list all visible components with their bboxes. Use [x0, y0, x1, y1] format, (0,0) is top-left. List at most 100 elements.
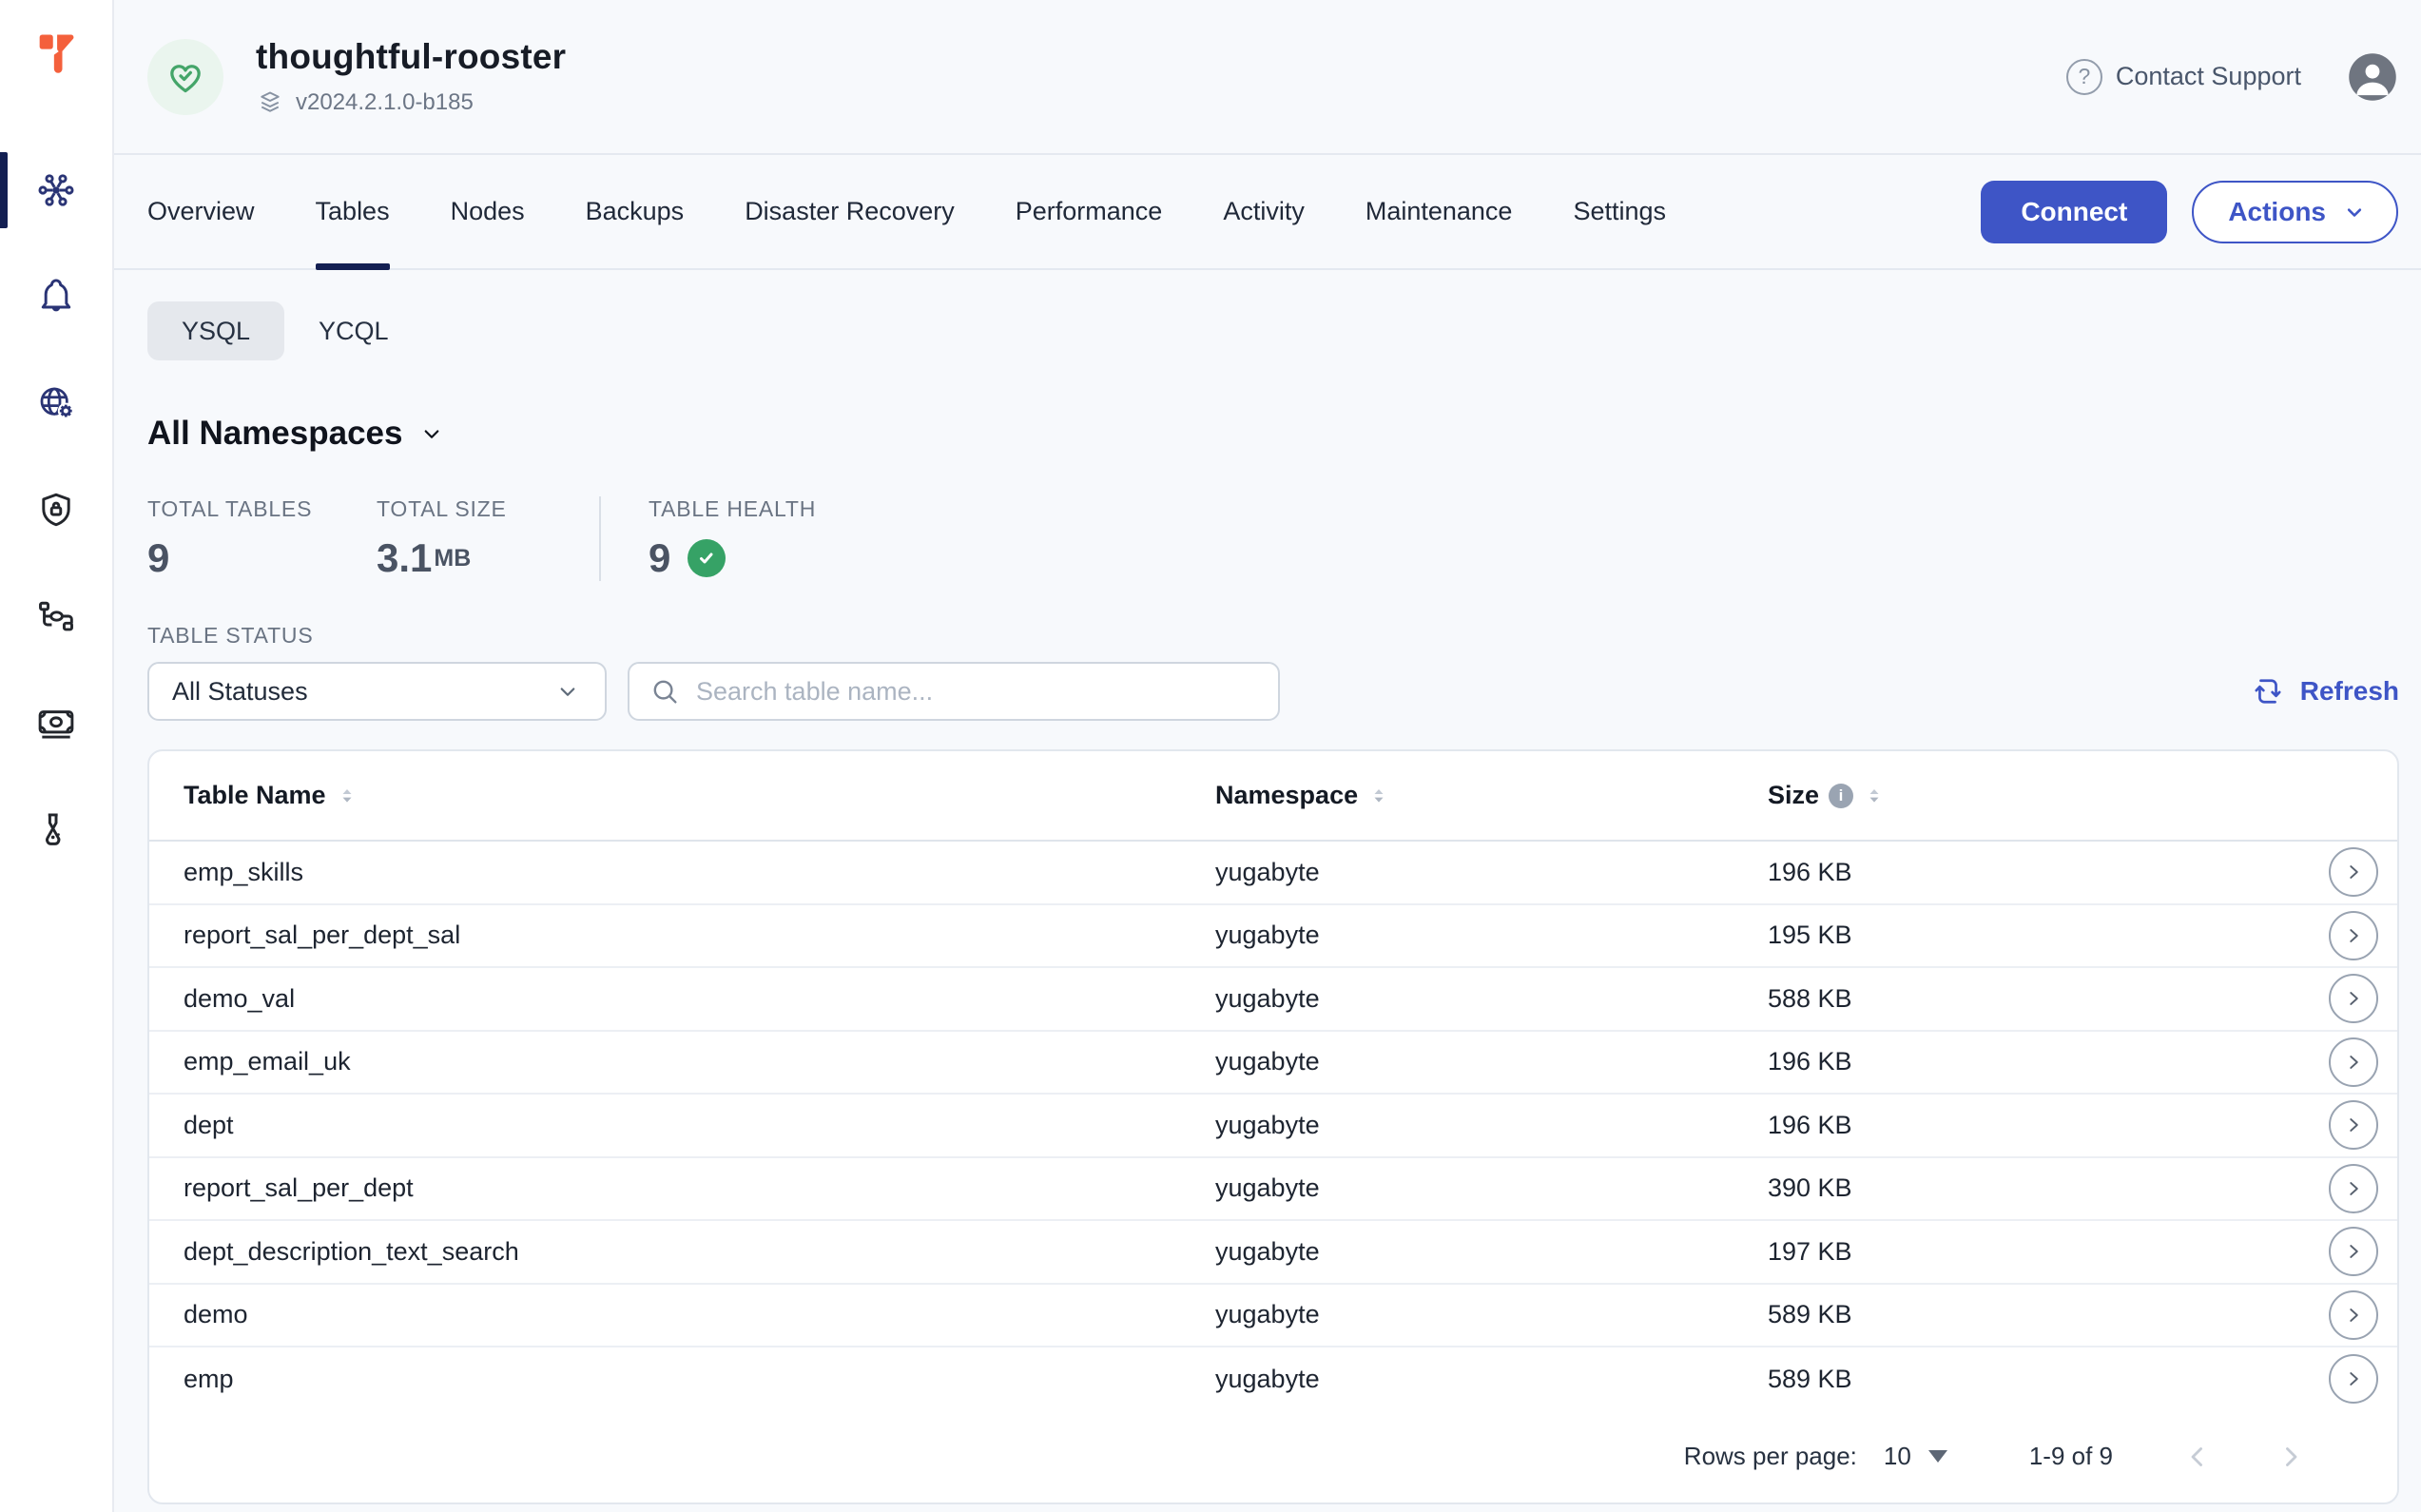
user-avatar-icon — [2347, 51, 2398, 103]
actions-button[interactable]: Actions — [2192, 181, 2398, 243]
row-open-chevron-icon[interactable] — [2329, 1290, 2378, 1340]
previous-page-button[interactable] — [2181, 1441, 2214, 1473]
column-label-table-name: Table Name — [184, 781, 326, 810]
active-indicator-bar — [0, 152, 8, 228]
cell-size: 196 KB — [1768, 858, 2329, 887]
row-open-chevron-icon[interactable] — [2329, 1037, 2378, 1087]
rows-per-page-label: Rows per page: — [1684, 1442, 1857, 1471]
rows-per-page-select[interactable]: 10 — [1884, 1442, 1947, 1471]
table-row[interactable]: emp_skillsyugabyte196 KB — [149, 842, 2397, 905]
cell-namespace: yugabyte — [1215, 1300, 1768, 1329]
cell-namespace: yugabyte — [1215, 984, 1768, 1014]
row-open-chevron-icon[interactable] — [2329, 847, 2378, 897]
sidebar-item-pipeline[interactable] — [0, 563, 112, 669]
table-row[interactable]: report_sal_per_dept_salyugabyte195 KB — [149, 905, 2397, 969]
tab-activity[interactable]: Activity — [1223, 155, 1305, 268]
version-row: v2024.2.1.0-b185 — [256, 88, 566, 117]
filters-row: All Statuses Refresh — [147, 662, 2399, 721]
contact-support-button[interactable]: ? Contact Support — [2066, 59, 2301, 95]
cell-table-name: dept_description_text_search — [184, 1237, 1215, 1267]
next-page-button[interactable] — [2275, 1441, 2307, 1473]
tab-overview[interactable]: Overview — [147, 155, 255, 268]
cluster-health-badge — [147, 39, 223, 115]
stat-total-tables-label: TOTAL TABLES — [147, 496, 377, 522]
table-body: emp_skillsyugabyte196 KBreport_sal_per_d… — [149, 842, 2397, 1411]
tab-settings[interactable]: Settings — [1573, 155, 1666, 268]
cell-table-name: demo — [184, 1300, 1215, 1329]
health-check-icon — [688, 539, 726, 577]
table-row[interactable]: deptyugabyte196 KB — [149, 1095, 2397, 1158]
sidebar-item-billing[interactable] — [0, 669, 112, 776]
yugabyte-logo-icon[interactable] — [29, 27, 83, 80]
tab-maintenance[interactable]: Maintenance — [1365, 155, 1513, 268]
size-info-icon[interactable]: i — [1829, 784, 1853, 808]
header-right: ? Contact Support — [2066, 51, 2398, 103]
table-search — [628, 662, 1280, 721]
toggle-ycql[interactable]: YCQL — [284, 301, 423, 360]
status-select[interactable]: All Statuses — [147, 662, 607, 721]
universe-icon — [35, 169, 77, 211]
tab-tables[interactable]: Tables — [316, 155, 390, 268]
stat-table-health: TABLE HEALTH 9 — [649, 496, 816, 581]
cell-size: 390 KB — [1768, 1173, 2329, 1203]
stat-table-health-label: TABLE HEALTH — [649, 496, 816, 522]
security-shield-lock-icon — [35, 489, 77, 531]
rows-per-page-value: 10 — [1884, 1442, 1911, 1471]
table-row[interactable]: emp_email_ukyugabyte196 KB — [149, 1032, 2397, 1095]
cell-namespace: yugabyte — [1215, 1111, 1768, 1140]
refresh-label: Refresh — [2300, 676, 2399, 707]
toggle-ysql[interactable]: YSQL — [147, 301, 284, 360]
tab-backups[interactable]: Backups — [586, 155, 685, 268]
row-open-chevron-icon[interactable] — [2329, 1164, 2378, 1213]
column-header-table-name[interactable]: Table Name — [184, 781, 1215, 810]
table-row[interactable]: dept_description_text_searchyugabyte197 … — [149, 1221, 2397, 1285]
column-label-namespace: Namespace — [1215, 781, 1358, 810]
stat-total-size-value: 3.1MB — [377, 535, 599, 581]
cell-actions — [2329, 847, 2378, 897]
cell-namespace: yugabyte — [1215, 1365, 1768, 1394]
row-open-chevron-icon[interactable] — [2329, 1354, 2378, 1404]
row-open-chevron-icon[interactable] — [2329, 911, 2378, 960]
table-row[interactable]: empyugabyte589 KB — [149, 1347, 2397, 1411]
header-action-buttons: Connect Actions — [1981, 181, 2398, 243]
pipeline-flow-icon — [35, 595, 77, 637]
api-toggle: YSQL YCQL — [147, 301, 2399, 360]
stat-table-health-value: 9 — [649, 535, 816, 581]
row-open-chevron-icon[interactable] — [2329, 974, 2378, 1023]
sidebar-item-universe[interactable] — [0, 137, 112, 243]
sidebar-item-config[interactable] — [0, 350, 112, 456]
cell-namespace: yugabyte — [1215, 921, 1768, 950]
experimental-flask-icon — [35, 808, 77, 850]
cell-table-name: dept — [184, 1111, 1215, 1140]
cell-namespace: yugabyte — [1215, 1047, 1768, 1076]
tab-nodes[interactable]: Nodes — [451, 155, 525, 268]
sidebar-item-experimental[interactable] — [0, 776, 112, 882]
actions-button-label: Actions — [2228, 197, 2326, 227]
user-avatar[interactable] — [2347, 51, 2398, 103]
cell-actions — [2329, 911, 2378, 960]
chevron-left-icon — [2181, 1441, 2214, 1473]
sidebar-item-alerts[interactable] — [0, 243, 112, 350]
search-icon — [649, 675, 681, 708]
cell-actions — [2329, 1164, 2378, 1213]
namespace-dropdown[interactable]: All Namespaces — [147, 415, 446, 453]
column-header-size[interactable]: Size i — [1768, 781, 2329, 810]
connect-button[interactable]: Connect — [1981, 181, 2167, 243]
row-open-chevron-icon[interactable] — [2329, 1100, 2378, 1150]
table-row[interactable]: report_sal_per_deptyugabyte390 KB — [149, 1158, 2397, 1222]
search-input[interactable] — [696, 677, 1259, 707]
cell-namespace: yugabyte — [1215, 1173, 1768, 1203]
sidebar-item-security[interactable] — [0, 456, 112, 563]
row-open-chevron-icon[interactable] — [2329, 1227, 2378, 1276]
column-header-namespace[interactable]: Namespace — [1215, 781, 1768, 810]
stat-total-size-number: 3.1 — [377, 535, 432, 581]
cell-table-name: report_sal_per_dept — [184, 1173, 1215, 1203]
table-row[interactable]: demoyugabyte589 KB — [149, 1285, 2397, 1348]
tab-disaster-recovery[interactable]: Disaster Recovery — [745, 155, 955, 268]
refresh-button[interactable]: Refresh — [2251, 674, 2399, 708]
tab-performance[interactable]: Performance — [1016, 155, 1163, 268]
page-title: thoughtful-rooster — [256, 37, 566, 77]
table-row[interactable]: demo_valyugabyte588 KB — [149, 968, 2397, 1032]
cluster-tabs-row: Overview Tables Nodes Backups Disaster R… — [114, 155, 2421, 270]
column-label-size: Size — [1768, 781, 1819, 810]
